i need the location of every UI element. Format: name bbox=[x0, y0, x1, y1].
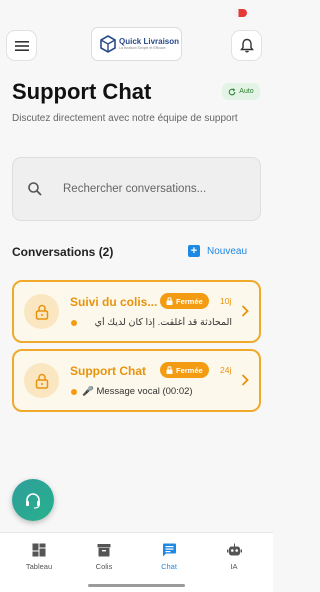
nav-label: Colis bbox=[95, 562, 113, 571]
page-subtitle: Discutez directement avec notre équipe d… bbox=[12, 113, 238, 124]
status-badge: Fermée bbox=[160, 362, 209, 378]
logo-title: Quick Livraison bbox=[119, 36, 180, 46]
conversation-title: Suivi du colis... bbox=[70, 295, 158, 309]
nav-item-colis[interactable]: Colis bbox=[79, 543, 129, 571]
refresh-icon bbox=[229, 87, 236, 95]
home-indicator bbox=[88, 584, 185, 587]
conversation-card[interactable]: Suivi du colis... Fermée 10j المحادثة قد… bbox=[12, 280, 261, 343]
lock-small-icon bbox=[166, 366, 173, 374]
support-fab-button[interactable] bbox=[12, 479, 54, 521]
status-badge: Fermée bbox=[160, 293, 209, 309]
chevron-right-icon bbox=[241, 374, 249, 386]
box-icon bbox=[97, 544, 111, 557]
logo-subtitle: La livraison Simple et Efficace bbox=[119, 45, 166, 50]
conversation-preview: المحادثة قد أغلقت. إذا كان لديك أي bbox=[94, 317, 232, 328]
menu-icon bbox=[14, 40, 29, 51]
nav-label: IA bbox=[230, 562, 238, 571]
lock-icon bbox=[24, 363, 59, 398]
conversation-age: 10j bbox=[220, 296, 232, 306]
conversation-title: Support Chat bbox=[70, 364, 146, 378]
chat-icon bbox=[162, 543, 176, 557]
nav-label: Tableau bbox=[25, 562, 53, 571]
lock-small-icon bbox=[166, 297, 173, 305]
auto-label: Auto bbox=[239, 88, 254, 95]
app-logo[interactable]: Quick Livraison La livraison Simple et E… bbox=[91, 27, 182, 61]
unread-dot bbox=[71, 389, 77, 395]
conversation-card[interactable]: Support Chat Fermée 24j 🎤 Message vocal … bbox=[12, 349, 261, 412]
headset-icon bbox=[26, 493, 40, 509]
nav-item-chat[interactable]: Chat bbox=[144, 543, 194, 571]
plus-icon: + bbox=[188, 245, 200, 257]
bell-icon bbox=[239, 38, 254, 53]
chevron-right-icon bbox=[241, 305, 249, 317]
search-placeholder: Rechercher conversations... bbox=[63, 183, 207, 195]
top-bar: Quick Livraison La livraison Simple et E… bbox=[0, 22, 273, 68]
robot-icon bbox=[226, 543, 242, 556]
dashboard-icon bbox=[32, 543, 46, 557]
lock-icon bbox=[24, 294, 59, 329]
page-title: Support Chat bbox=[12, 79, 152, 104]
new-button-label: Nouveau bbox=[207, 245, 248, 257]
conversations-heading: Conversations (2) bbox=[12, 245, 114, 259]
nav-item-tableau[interactable]: Tableau bbox=[14, 543, 64, 571]
menu-button[interactable] bbox=[6, 30, 37, 61]
unread-dot bbox=[71, 320, 77, 326]
bottom-navigation: Tableau Colis Chat IA bbox=[0, 532, 273, 592]
nav-item-ia[interactable]: IA bbox=[209, 543, 259, 571]
status-label: Fermée bbox=[176, 365, 203, 375]
new-conversation-button[interactable]: + Nouveau bbox=[188, 245, 247, 257]
search-input[interactable]: Rechercher conversations... bbox=[12, 157, 261, 221]
status-label: Fermée bbox=[176, 296, 203, 306]
conversation-age: 24j bbox=[220, 365, 232, 375]
nav-label: Chat bbox=[161, 562, 177, 571]
conversation-preview: 🎤 Message vocal (00:02) bbox=[82, 386, 193, 397]
auto-refresh-toggle[interactable]: Auto bbox=[222, 83, 260, 100]
status-indicator bbox=[233, 9, 247, 17]
logo-box-icon bbox=[100, 35, 116, 53]
search-icon bbox=[28, 182, 42, 196]
notifications-button[interactable] bbox=[231, 30, 262, 61]
